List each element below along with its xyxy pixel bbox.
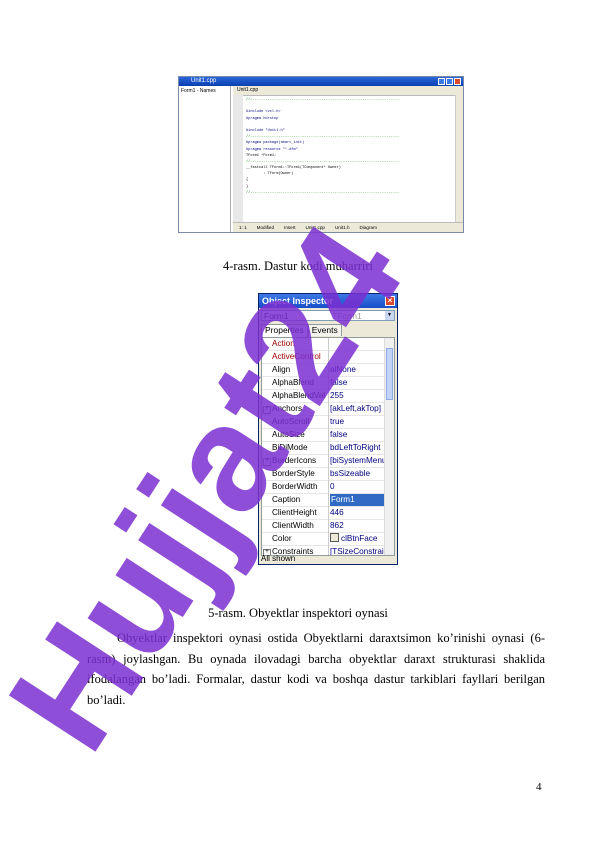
code-editor-screenshot: Unit1.cpp Form1 - Names Unit1.cpp //----… xyxy=(178,76,464,233)
property-value-text: 0 xyxy=(330,482,335,491)
property-name: AlphaBlend xyxy=(272,378,314,387)
property-value-text: bsSizeable xyxy=(330,469,371,478)
editor-gutter xyxy=(233,95,243,223)
property-value-text: [akLeft,akTop] xyxy=(330,404,381,413)
figure-4-caption: 4-rasm. Dastur kodi muharriri xyxy=(223,259,373,273)
editor-tabstrip: Unit1.cpp xyxy=(233,86,463,96)
property-name: BorderStyle xyxy=(272,469,315,478)
status-item: 1: 1 xyxy=(239,225,247,230)
status-item: Unit1.cpp xyxy=(305,225,325,230)
property-value[interactable]: true xyxy=(330,416,385,428)
property-value[interactable]: 862 xyxy=(330,520,385,532)
property-name: Align xyxy=(272,365,291,374)
property-value[interactable]: false xyxy=(330,377,385,389)
editor-scrollbar xyxy=(455,95,463,223)
inspector-status: All shown xyxy=(261,554,296,563)
maximize-icon xyxy=(446,78,453,85)
class-explorer-tree: Form1 - Names xyxy=(179,86,231,232)
property-value[interactable]: false xyxy=(330,429,385,441)
property-name: ClientHeight xyxy=(272,508,317,517)
property-value-text: clBtnFace xyxy=(341,534,378,543)
object-inspector-window: Object Inspector × Form1 TForm1 ▼ Proper… xyxy=(258,293,398,565)
code-area: //--------------------------------------… xyxy=(246,97,455,222)
property-grid: Action ActiveControl Align alNone AlphaBlend… xyxy=(261,337,395,556)
close-icon xyxy=(454,78,461,85)
editor-statusbar: 1: 1 Modified Insert Unit1.cpp Unit1.h Diagra… xyxy=(233,222,463,232)
expand-icon[interactable]: + xyxy=(263,406,271,414)
object-type: TForm1 xyxy=(332,311,362,321)
body-paragraph: Obyektlar inspektori oynasi ostida Obyek… xyxy=(87,628,545,710)
property-name: Color xyxy=(272,534,292,543)
property-name: AlphaBlendVal xyxy=(272,391,326,400)
property-value-text: alNone xyxy=(330,365,356,374)
property-value[interactable]: clBtnFace xyxy=(330,533,385,545)
property-name: Action xyxy=(272,339,295,348)
property-value[interactable]: 255 xyxy=(330,390,385,402)
status-item: Diagram xyxy=(359,225,377,230)
inspector-title: Object Inspector xyxy=(262,296,334,306)
property-value[interactable]: [akLeft,akTop] xyxy=(330,403,385,415)
inspector-titlebar: Object Inspector × xyxy=(259,294,397,308)
inspector-tabs: Properties Events xyxy=(261,324,342,337)
status-item: Insert xyxy=(284,225,296,230)
tree-item: Form1 - Names xyxy=(181,88,216,94)
property-name: BorderIcons xyxy=(272,456,317,465)
page-number: 4 xyxy=(536,781,542,793)
object-name: Form1 xyxy=(264,311,289,321)
property-name: Caption xyxy=(272,495,301,504)
chevron-down-icon[interactable]: ▼ xyxy=(385,311,394,320)
property-value-text: 862 xyxy=(330,521,344,530)
property-name: Anchors xyxy=(272,404,303,413)
property-name: ActiveControl xyxy=(272,352,321,361)
property-value-text: true xyxy=(330,417,345,426)
editor-title: Unit1.cpp xyxy=(191,78,217,84)
close-icon[interactable]: × xyxy=(385,296,395,306)
object-selector[interactable]: Form1 TForm1 ▼ xyxy=(261,310,395,321)
property-value[interactable]: 446 xyxy=(330,507,385,519)
window-controls xyxy=(438,78,461,85)
property-value-text: [TSizeConstrain xyxy=(330,547,385,556)
tab-events[interactable]: Events xyxy=(307,324,342,336)
paragraph-text: Obyektlar inspektori oynasi ostida Obyek… xyxy=(87,631,545,707)
property-name: AutoScroll xyxy=(272,417,310,426)
property-value[interactable]: 0 xyxy=(330,481,385,493)
figure-5-caption: 5-rasm. Obyektlar inspektori oynasi xyxy=(208,606,388,620)
property-name: BorderWidth xyxy=(272,482,318,491)
tab-properties[interactable]: Properties xyxy=(261,324,308,337)
property-value-text: 255 xyxy=(330,391,344,400)
property-value[interactable]: [biSystemMenu, xyxy=(330,455,385,467)
code-line: //--------------------------------------… xyxy=(246,190,400,195)
scrollbar-thumb[interactable] xyxy=(386,348,393,400)
property-value-text: 446 xyxy=(330,508,344,517)
property-value-text: bdLeftToRight xyxy=(330,443,381,452)
status-item: Modified xyxy=(256,225,275,230)
property-name: AutoSize xyxy=(272,430,305,439)
property-value-text: [biSystemMenu, xyxy=(330,456,385,465)
property-value[interactable]: alNone xyxy=(330,364,385,376)
property-name: ClientWidth xyxy=(272,521,314,530)
property-value-text: Form1 xyxy=(331,495,355,504)
editor-tab: Unit1.cpp xyxy=(237,87,259,93)
property-name: BiDiMode xyxy=(272,443,308,452)
editor-titlebar: Unit1.cpp xyxy=(179,77,463,86)
property-value[interactable]: Form1 xyxy=(330,494,387,506)
color-swatch-icon xyxy=(330,533,339,542)
property-value[interactable]: bsSizeable xyxy=(330,468,385,480)
property-value-text: false xyxy=(330,430,348,439)
property-value-text: false xyxy=(330,378,348,387)
property-value[interactable]: [TSizeConstrain xyxy=(330,546,385,556)
property-scrollbar[interactable] xyxy=(384,338,394,555)
property-value[interactable]: bdLeftToRight xyxy=(330,442,385,454)
minimize-icon xyxy=(438,78,445,85)
status-item: Unit1.h xyxy=(334,225,350,230)
column-separator xyxy=(328,338,329,555)
expand-icon[interactable]: + xyxy=(263,458,271,466)
